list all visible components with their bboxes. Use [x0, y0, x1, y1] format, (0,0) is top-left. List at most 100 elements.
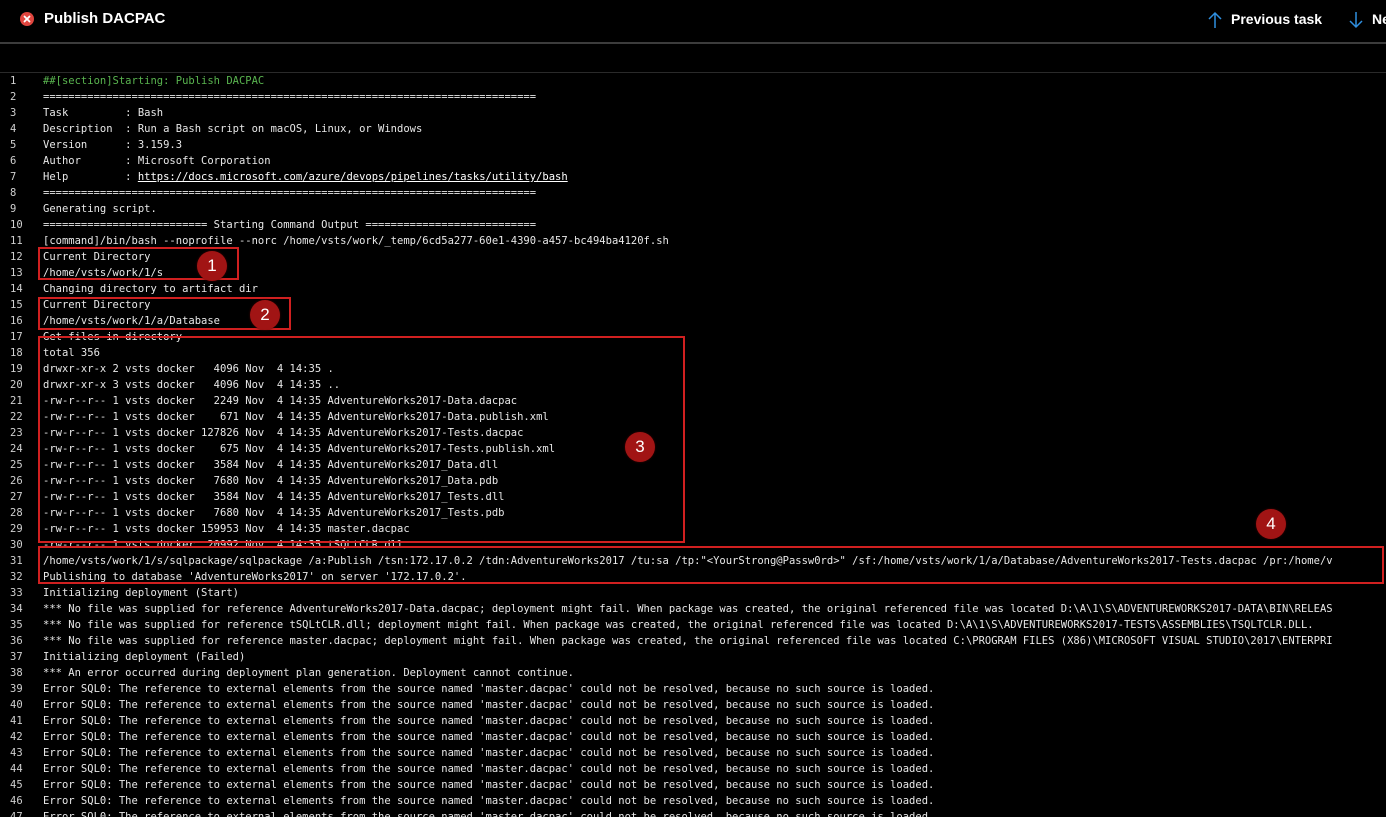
log-text: -rw-r--r-- 1 vsts docker 675 Nov 4 14:35…	[43, 443, 556, 455]
log-text: Current Directory	[43, 299, 151, 311]
line-number: 34	[10, 603, 23, 615]
line-number: 41	[10, 715, 23, 727]
log-line: 34 *** No file was supplied for reference…	[0, 601, 1386, 617]
log-line: 1 ##[section]Starting: Publish DACPAC	[0, 73, 1386, 89]
log-text: *** No file was supplied for reference A…	[43, 603, 1333, 615]
log-text: Version : 3.159.3	[43, 139, 183, 151]
line-number: 19	[10, 363, 23, 375]
line-number: 43	[10, 747, 23, 759]
log-line: 41 Error SQL0: The reference to external …	[0, 713, 1386, 729]
log-line: 2 =======================================…	[0, 89, 1386, 105]
log-text: -rw-r--r-- 1 vsts docker 127826 Nov 4 14…	[43, 427, 524, 439]
log-text: Error SQL0: The reference to external el…	[43, 731, 935, 743]
log-text: ========================================…	[43, 91, 537, 103]
line-number: 14	[10, 283, 23, 295]
line-number: 17	[10, 331, 23, 343]
line-number: 32	[10, 571, 23, 583]
log-text: -rw-r--r-- 1 vsts docker 159953 Nov 4 14…	[43, 523, 410, 535]
next-task-label: Ne	[1372, 11, 1386, 27]
line-number: 24	[10, 443, 23, 455]
line-number: 4	[10, 123, 17, 135]
log-line: 18 total 356	[0, 345, 1386, 361]
log-line: 44 Error SQL0: The reference to external …	[0, 761, 1386, 777]
log-line: 10 ========================== Starting Co…	[0, 217, 1386, 233]
line-number: 15	[10, 299, 23, 311]
log-line: 39 Error SQL0: The reference to external …	[0, 681, 1386, 697]
log-line: 46 Error SQL0: The reference to external …	[0, 793, 1386, 809]
log-line: 37 Initializing deployment (Failed)	[0, 649, 1386, 665]
log-text: *** An error occurred during deployment …	[43, 667, 575, 679]
log-line: 19 drwxr-xr-x 2 vsts docker 4096 Nov 4 14…	[0, 361, 1386, 377]
annotation-marker-1: 1	[197, 251, 227, 281]
log-line: 17 Get files in directory	[0, 329, 1386, 345]
log-text: -rw-r--r-- 1 vsts docker 2249 Nov 4 14:3…	[43, 395, 518, 407]
log-text: Task : Bash	[43, 107, 164, 119]
line-number: 31	[10, 555, 23, 567]
log-text: drwxr-xr-x 2 vsts docker 4096 Nov 4 14:3…	[43, 363, 334, 375]
log-line: 29 -rw-r--r-- 1 vsts docker 159953 Nov 4 …	[0, 521, 1386, 537]
line-number: 26	[10, 475, 23, 487]
line-number: 35	[10, 619, 23, 631]
line-number: 39	[10, 683, 23, 695]
log-text: Initializing deployment (Start)	[43, 587, 239, 599]
line-number: 1	[10, 75, 17, 87]
line-number: 7	[10, 171, 17, 183]
log-text: Error SQL0: The reference to external el…	[43, 763, 935, 775]
log-line: 14 Changing directory to artifact dir	[0, 281, 1386, 297]
log-line: 6 Author : Microsoft Corporation	[0, 153, 1386, 169]
log-line: 4 Description : Run a Bash script on macO…	[0, 121, 1386, 137]
log-text: ##[section]Starting: Publish DACPAC	[43, 75, 265, 87]
log-line: 24 -rw-r--r-- 1 vsts docker 675 Nov 4 14:…	[0, 441, 1386, 457]
log-line: 28 -rw-r--r-- 1 vsts docker 7680 Nov 4 14…	[0, 505, 1386, 521]
log-line: 31/home/vsts/work/1/s/sqlpackage/sqlpack…	[0, 553, 1386, 569]
line-number: 8	[10, 187, 17, 199]
log-line: 36 *** No file was supplied for reference…	[0, 633, 1386, 649]
log-text: ========================== Starting Comm…	[43, 219, 537, 231]
line-number: 2	[10, 91, 17, 103]
line-number: 5	[10, 139, 17, 151]
log-line: 11 [command]/bin/bash --noprofile --norc …	[0, 233, 1386, 249]
line-number: 25	[10, 459, 23, 471]
previous-task-button[interactable]: Previous task	[1207, 10, 1337, 32]
line-number: 3	[10, 107, 17, 119]
failed-status-icon	[20, 12, 34, 26]
log-text: Error SQL0: The reference to external el…	[43, 699, 935, 711]
line-number: 46	[10, 795, 23, 807]
next-task-button[interactable]: Ne	[1348, 10, 1386, 32]
log-output[interactable]: 1 ##[section]Starting: Publish DACPAC 2 ===…	[0, 72, 1386, 817]
log-line: 5 Version : 3.159.3	[0, 137, 1386, 153]
log-text: Author : Microsoft Corporation	[43, 155, 271, 167]
line-number: 36	[10, 635, 23, 647]
log-text: Initializing deployment (Failed)	[43, 651, 246, 663]
log-text: Get files in directory	[43, 331, 183, 343]
line-number: 21	[10, 395, 23, 407]
log-line: 45 Error SQL0: The reference to external …	[0, 777, 1386, 793]
log-line: 38 *** An error occurred during deploymen…	[0, 665, 1386, 681]
line-number: 30	[10, 539, 23, 551]
line-number: 18	[10, 347, 23, 359]
log-text: Current Directory	[43, 251, 151, 263]
log-line: 32 Publishing to database 'AdventureWorks…	[0, 569, 1386, 585]
log-line: 43 Error SQL0: The reference to external …	[0, 745, 1386, 761]
line-number: 42	[10, 731, 23, 743]
log-text: -rw-r--r-- 1 vsts docker 20992 Nov 4 14:…	[43, 539, 404, 551]
line-number: 6	[10, 155, 17, 167]
log-line: 3 Task : Bash	[0, 105, 1386, 121]
log-text: -rw-r--r-- 1 vsts docker 3584 Nov 4 14:3…	[43, 459, 499, 471]
task-header: Publish DACPAC Previous task Ne	[0, 0, 1386, 44]
arrow-down-icon	[1349, 12, 1363, 29]
annotation-marker-2: 2	[250, 300, 280, 330]
help-link[interactable]: https://docs.microsoft.com/azure/devops/…	[138, 171, 568, 183]
log-text: ========================================…	[43, 187, 537, 199]
line-number: 27	[10, 491, 23, 503]
line-number: 20	[10, 379, 23, 391]
log-text: -rw-r--r-- 1 vsts docker 7680 Nov 4 14:3…	[43, 475, 499, 487]
log-text: Error SQL0: The reference to external el…	[43, 683, 935, 695]
annotation-marker-3: 3	[625, 432, 655, 462]
log-text: drwxr-xr-x 3 vsts docker 4096 Nov 4 14:3…	[43, 379, 341, 391]
log-text: /home/vsts/work/1/s/sqlpackage/sqlpackag…	[43, 555, 1333, 567]
line-number: 37	[10, 651, 23, 663]
arrow-up-icon	[1208, 11, 1222, 28]
line-number: 22	[10, 411, 23, 423]
log-text: Description : Run a Bash script on macOS…	[43, 123, 423, 135]
